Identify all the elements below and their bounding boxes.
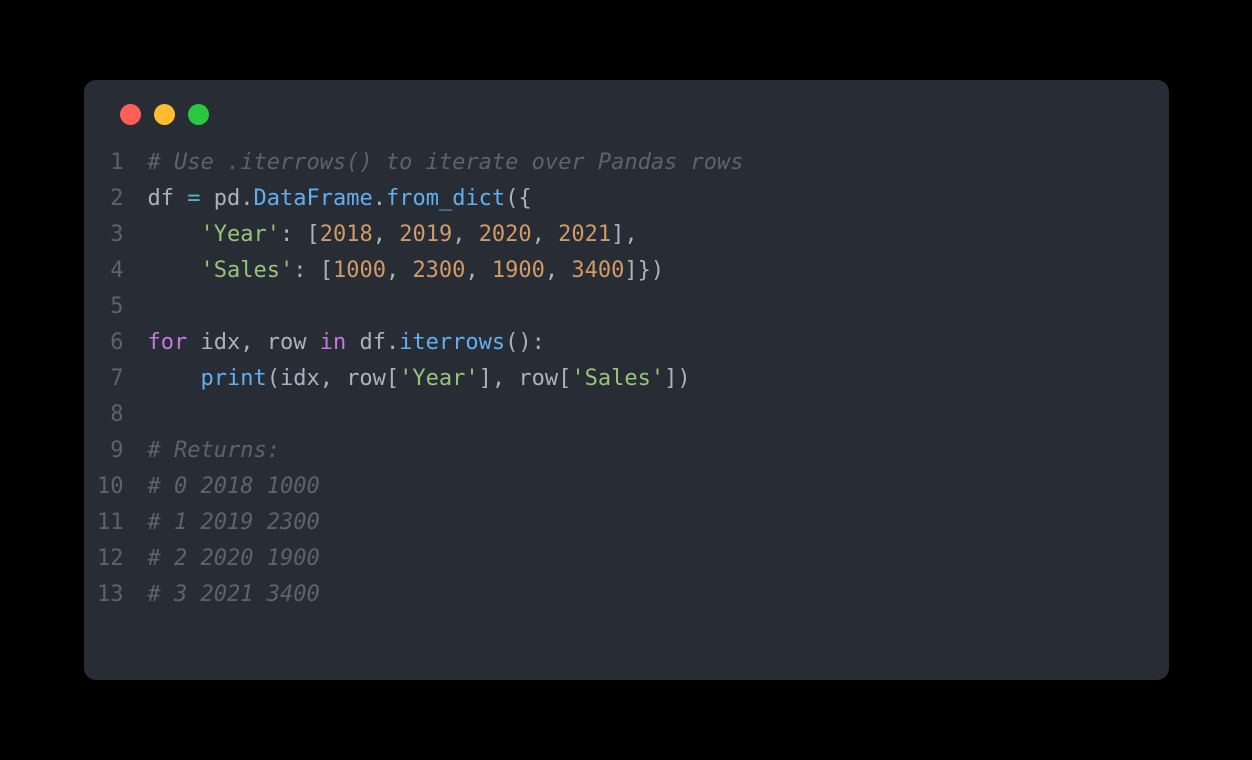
code-line: 2df = pd.DataFrame.from_dict({ (84, 181, 1149, 217)
line-content (148, 397, 161, 433)
code-line: 3 'Year': [2018, 2019, 2020, 2021], (84, 217, 1149, 253)
code-token: . (373, 186, 386, 211)
code-line: 1# Use .iterrows() to iterate over Panda… (84, 145, 1149, 181)
code-token: ]}) (624, 258, 664, 283)
code-token: : [ (280, 222, 320, 247)
code-token: 3400 (571, 258, 624, 283)
code-token: # 0 2018 1000 (148, 474, 320, 499)
line-content: # 0 2018 1000 (148, 469, 320, 505)
code-token: = (187, 186, 200, 211)
code-token: 'Year' (399, 366, 478, 391)
code-token: 2300 (412, 258, 465, 283)
code-line: 6for idx, row in df.iterrows(): (84, 325, 1149, 361)
code-window: 1# Use .iterrows() to iterate over Panda… (84, 80, 1169, 680)
code-token: , (545, 258, 572, 283)
line-number: 1 (84, 145, 148, 181)
line-number: 8 (84, 397, 148, 433)
line-content: # 3 2021 3400 (148, 577, 320, 613)
code-token: ], row[ (479, 366, 572, 391)
code-token: ]) (664, 366, 691, 391)
code-token: df. (346, 330, 399, 355)
code-line: 9# Returns: (84, 433, 1149, 469)
line-number: 4 (84, 253, 148, 289)
line-number: 11 (84, 505, 148, 541)
line-content: df = pd.DataFrame.from_dict({ (148, 181, 532, 217)
code-token: # 3 2021 3400 (148, 582, 320, 607)
line-number: 7 (84, 361, 148, 397)
code-token: 2018 (320, 222, 373, 247)
code-token (148, 258, 201, 283)
code-token: ({ (505, 186, 532, 211)
code-line: 8 (84, 397, 1149, 433)
code-token: 1900 (492, 258, 545, 283)
code-line: 4 'Sales': [1000, 2300, 1900, 3400]}) (84, 253, 1149, 289)
code-token: for (148, 330, 188, 355)
line-content (148, 289, 161, 325)
code-token: iterrows (399, 330, 505, 355)
code-line: 10# 0 2018 1000 (84, 469, 1149, 505)
code-token: # 1 2019 2300 (148, 510, 320, 535)
code-token: # 2 2020 1900 (148, 546, 320, 571)
close-icon[interactable] (120, 104, 141, 125)
code-token: 2020 (479, 222, 532, 247)
line-number: 10 (84, 469, 148, 505)
code-editor[interactable]: 1# Use .iterrows() to iterate over Panda… (84, 145, 1169, 613)
minimize-icon[interactable] (154, 104, 175, 125)
code-token: , (386, 258, 413, 283)
code-token (148, 222, 201, 247)
line-content: # Returns: (148, 433, 280, 469)
line-content: # Use .iterrows() to iterate over Pandas… (148, 145, 744, 181)
code-token: 'Year' (200, 222, 279, 247)
code-token: 'Sales' (571, 366, 664, 391)
line-content: 'Year': [2018, 2019, 2020, 2021], (148, 217, 638, 253)
code-token: (): (505, 330, 545, 355)
code-token: ], (611, 222, 638, 247)
line-number: 3 (84, 217, 148, 253)
code-line: 7 print(idx, row['Year'], row['Sales']) (84, 361, 1149, 397)
code-token: , (465, 258, 492, 283)
line-content: print(idx, row['Year'], row['Sales']) (148, 361, 691, 397)
code-token: 2019 (399, 222, 452, 247)
line-content: # 1 2019 2300 (148, 505, 320, 541)
code-token: 2021 (558, 222, 611, 247)
line-number: 2 (84, 181, 148, 217)
code-token: : [ (293, 258, 333, 283)
code-token: from_dict (386, 186, 505, 211)
line-number: 6 (84, 325, 148, 361)
code-token: (idx, row[ (267, 366, 399, 391)
line-number: 9 (84, 433, 148, 469)
line-content: for idx, row in df.iterrows(): (148, 325, 545, 361)
code-token: print (200, 366, 266, 391)
code-line: 5 (84, 289, 1149, 325)
code-token: 'Sales' (200, 258, 293, 283)
code-token (148, 366, 201, 391)
code-token: df (148, 186, 188, 211)
line-number: 12 (84, 541, 148, 577)
code-token: 1000 (333, 258, 386, 283)
code-token: . (240, 186, 253, 211)
line-number: 13 (84, 577, 148, 613)
code-token: , (373, 222, 400, 247)
code-token: , (532, 222, 559, 247)
maximize-icon[interactable] (188, 104, 209, 125)
code-token: # Use .iterrows() to iterate over Pandas… (148, 150, 744, 175)
line-content: 'Sales': [1000, 2300, 1900, 3400]}) (148, 253, 665, 289)
window-titlebar (84, 104, 1169, 145)
code-token: DataFrame (254, 186, 373, 211)
code-token: pd (201, 186, 241, 211)
code-line: 11# 1 2019 2300 (84, 505, 1149, 541)
code-token: idx, row (187, 330, 319, 355)
code-token: # Returns: (148, 438, 280, 463)
line-content: # 2 2020 1900 (148, 541, 320, 577)
code-token: , (452, 222, 479, 247)
code-token: in (320, 330, 347, 355)
code-line: 12# 2 2020 1900 (84, 541, 1149, 577)
line-number: 5 (84, 289, 148, 325)
code-line: 13# 3 2021 3400 (84, 577, 1149, 613)
